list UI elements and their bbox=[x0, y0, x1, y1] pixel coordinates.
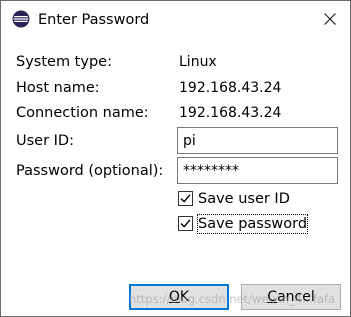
system-type-value: Linux bbox=[179, 54, 217, 70]
enter-password-dialog: Enter Password System type: Linux Host n… bbox=[0, 0, 351, 317]
host-name-value: 192.168.43.24 bbox=[179, 80, 282, 96]
cancel-mnemonic: C bbox=[267, 289, 278, 305]
cancel-label-post: ancel bbox=[277, 289, 315, 305]
connection-name-label: Connection name: bbox=[16, 105, 149, 121]
password-label: Password (optional): bbox=[16, 163, 164, 179]
ok-mnemonic: O bbox=[168, 289, 180, 305]
eclipse-icon bbox=[12, 10, 30, 28]
ok-label-post: K bbox=[179, 289, 190, 305]
checkbox-checked-icon bbox=[178, 216, 193, 231]
save-password-checkbox[interactable]: Save password bbox=[178, 214, 309, 235]
save-user-id-checkbox[interactable]: Save user ID bbox=[178, 190, 308, 210]
password-input[interactable] bbox=[177, 157, 338, 184]
window-title: Enter Password bbox=[38, 12, 150, 28]
checkbox-checked-icon bbox=[178, 191, 193, 206]
close-button[interactable] bbox=[315, 5, 345, 33]
cancel-button[interactable]: Cancel bbox=[241, 284, 341, 310]
host-name-label: Host name: bbox=[16, 80, 100, 96]
ok-button[interactable]: OK bbox=[129, 284, 229, 310]
title-bar: Enter Password bbox=[1, 1, 350, 39]
connection-name-value: 192.168.43.24 bbox=[179, 105, 282, 121]
user-id-label: User ID: bbox=[16, 133, 74, 149]
save-password-label: Save password bbox=[196, 214, 309, 234]
user-id-input[interactable] bbox=[177, 127, 338, 154]
close-icon bbox=[324, 13, 336, 25]
save-user-id-label: Save user ID bbox=[198, 191, 290, 207]
system-type-label: System type: bbox=[16, 54, 112, 70]
